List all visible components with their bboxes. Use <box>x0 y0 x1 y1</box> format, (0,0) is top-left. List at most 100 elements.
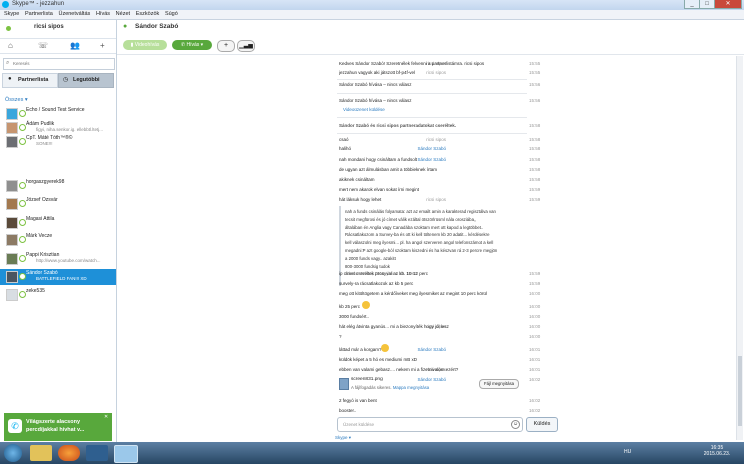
contact-mood: http://www.youtube.com/watch... <box>36 258 101 263</box>
home-icon[interactable]: ⌂ <box>8 41 13 50</box>
signal-icon[interactable]: ▁▃▅ <box>237 40 255 52</box>
presence-icon <box>19 182 26 189</box>
contact-row[interactable]: Magasi Attila <box>0 215 116 229</box>
smiley-emoticon-icon <box>381 344 389 352</box>
media-taskbar-icon[interactable] <box>86 445 108 461</box>
message-text: mert nem akarok elvan sokat írni megint <box>339 187 420 192</box>
add-contact-icon[interactable]: + <box>100 41 105 50</box>
message-text: ip címet cseréltek proxyval az kb. 10-12… <box>339 271 429 276</box>
avatar <box>6 122 18 134</box>
contact-row[interactable]: Ádám Pudlik figyi, niha.senkor.ig. ellebb… <box>0 120 116 134</box>
menu-skype[interactable]: Skype <box>4 10 19 19</box>
close-icon[interactable]: ✕ <box>104 414 108 420</box>
contact-row[interactable]: Echo / Sound Test Service <box>0 106 116 120</box>
contact-mood: BATTLEFIELD FAN!!! XD <box>36 276 87 281</box>
contact-row[interactable]: zeke535 <box>0 287 116 301</box>
contact-row[interactable]: CpT. Máté Tóth™®© SONE!!! <box>0 134 116 148</box>
contact-row[interactable]: horgaszgyerek98 <box>0 178 116 192</box>
open-folder-link[interactable]: Mappa megnyitása <box>393 385 429 390</box>
call-button[interactable]: ✆ Hívás ▾ <box>172 40 212 50</box>
video-message-text[interactable]: Videoüzenet küldése <box>343 107 525 112</box>
ad-banner[interactable]: ✆ Világszerte alacsony percdíjakkal hívh… <box>4 413 112 441</box>
skype-taskbar-icon[interactable] <box>114 445 138 463</box>
search-input[interactable] <box>13 60 109 66</box>
message-time: 15:58 <box>529 157 541 162</box>
start-button[interactable] <box>4 444 22 462</box>
send-button[interactable]: Küldés <box>526 417 558 432</box>
add-button[interactable]: + <box>217 40 235 52</box>
quote-line: általában én Anglia vagy Canadába szokta… <box>345 224 484 230</box>
chat-footer-menu[interactable]: Skype ▾ <box>335 435 351 441</box>
search-box[interactable]: ⌕ <box>3 58 115 70</box>
ad-line2: percdíjakkal hívhat v... <box>26 427 85 433</box>
online-status-icon[interactable] <box>6 26 11 31</box>
avatar <box>6 271 18 283</box>
message-text: meg ott kitöltögetem a kérdőíveket meg i… <box>339 291 487 296</box>
quote-line: kell válaszolni meg ilyesmi... pl. ha an… <box>345 240 494 246</box>
contact-name: Magasi Attila <box>26 216 55 222</box>
language-indicator[interactable]: HU <box>624 449 631 455</box>
quote-line: nah a funds csinálás folyamata: azt az e… <box>345 209 496 214</box>
profile-name[interactable]: ricsi sipos <box>34 24 64 30</box>
presence-icon <box>19 255 26 262</box>
video-message-link[interactable]: Videoüzenet küldése <box>117 106 744 115</box>
scrollbar-thumb[interactable] <box>738 356 742 426</box>
explorer-taskbar-icon[interactable] <box>30 445 52 461</box>
message-text: booster.. <box>339 408 357 413</box>
open-file-button[interactable]: Fájl megnyitása <box>479 379 519 389</box>
call-event: Sándor Szabó hívása – nincs válasz 15:56 <box>117 97 744 106</box>
contact-filter[interactable]: Összes ▾ <box>5 97 28 103</box>
message-row: Sándor Szabó láttad már a korgam? 16:01 <box>117 344 744 355</box>
contact-mood: figyi, niha.senkor.ig. ellebbtl.ltetj... <box>36 127 104 132</box>
chevron-down-icon: ▾ <box>200 42 204 48</box>
menu-eszkozok[interactable]: Eszközök <box>136 10 160 19</box>
menu-nezet[interactable]: Nézet <box>116 10 130 19</box>
message-text: ? <box>339 334 342 339</box>
message-time: 16:00 <box>529 291 541 296</box>
contact-row[interactable]: Márk Vecze <box>0 232 116 246</box>
maximize-button[interactable]: □ <box>699 0 715 9</box>
minimize-button[interactable]: _ <box>684 0 700 9</box>
message-time: 16:02 <box>529 398 541 403</box>
message-row: de ugyan azt álmulásban amit a többiekne… <box>117 166 744 175</box>
close-button[interactable]: ✕ <box>714 0 742 9</box>
menu-uzenetvaltas[interactable]: Üzenetváltás <box>58 10 90 19</box>
message-text: láttad már a korgam? <box>339 347 382 352</box>
presence-icon <box>19 110 26 117</box>
divider <box>337 117 527 118</box>
contact-row-selected[interactable]: Sándor Szabó BATTLEFIELD FAN!!! XD <box>0 269 116 285</box>
smiley-emoticon-icon <box>362 301 370 309</box>
window-title: Skype™ - jezzahun <box>12 1 65 7</box>
phone-icon: ✆ <box>180 42 186 48</box>
contact-row[interactable]: József Ozsvár <box>0 196 116 210</box>
message-text: nah mondani hogy csináltam a fundsolt <box>339 157 418 162</box>
avatar <box>6 217 18 229</box>
chat-contact-name: Sándor Szabó <box>135 23 179 30</box>
message-row: ricsi sipos csaó 15:58 <box>117 136 744 145</box>
divider <box>337 133 527 134</box>
call-event-text: Sándor Szabó hívása – nincs válasz <box>339 82 412 87</box>
firefox-taskbar-icon[interactable] <box>58 445 80 461</box>
phone-icon[interactable]: ☏ <box>38 41 48 50</box>
message-time: 16:02 <box>529 377 541 382</box>
emoticon-icon[interactable]: ☺ <box>511 420 520 429</box>
contact-row[interactable]: Pappi Krisztian http://www.youtube.com/wa… <box>0 251 116 265</box>
tab-recent[interactable]: ◷ Legutóbbi <box>58 73 114 88</box>
group-icon[interactable]: 👥 <box>70 41 80 50</box>
video-call-button[interactable]: ▮ Videohívás <box>123 40 167 50</box>
tab-contacts[interactable]: ● Partnerlista <box>2 73 58 88</box>
call-event: Sándor Szabó hívása – nincs válasz 15:56 <box>117 81 744 90</box>
chat-scrollbar[interactable] <box>736 56 743 440</box>
menu-partnerlista[interactable]: Partnerlista <box>25 10 53 19</box>
divider <box>337 79 527 80</box>
quote-line: a 2000 funds vagy.. azakitt <box>345 255 396 261</box>
clock[interactable]: 16:35 2015.06.23. <box>700 445 734 457</box>
contact-mood: SONE!!! <box>36 141 53 146</box>
avatar <box>6 198 18 210</box>
phone-icon: ✆ <box>8 419 22 433</box>
menu-hivas[interactable]: Hívás <box>96 10 110 19</box>
message-time: 15:58 <box>529 167 541 172</box>
message-input[interactable]: Üzenet küldése ☺ <box>337 417 523 432</box>
video-icon: ▮ <box>130 42 134 48</box>
menu-sugo[interactable]: Súgó <box>165 10 178 19</box>
